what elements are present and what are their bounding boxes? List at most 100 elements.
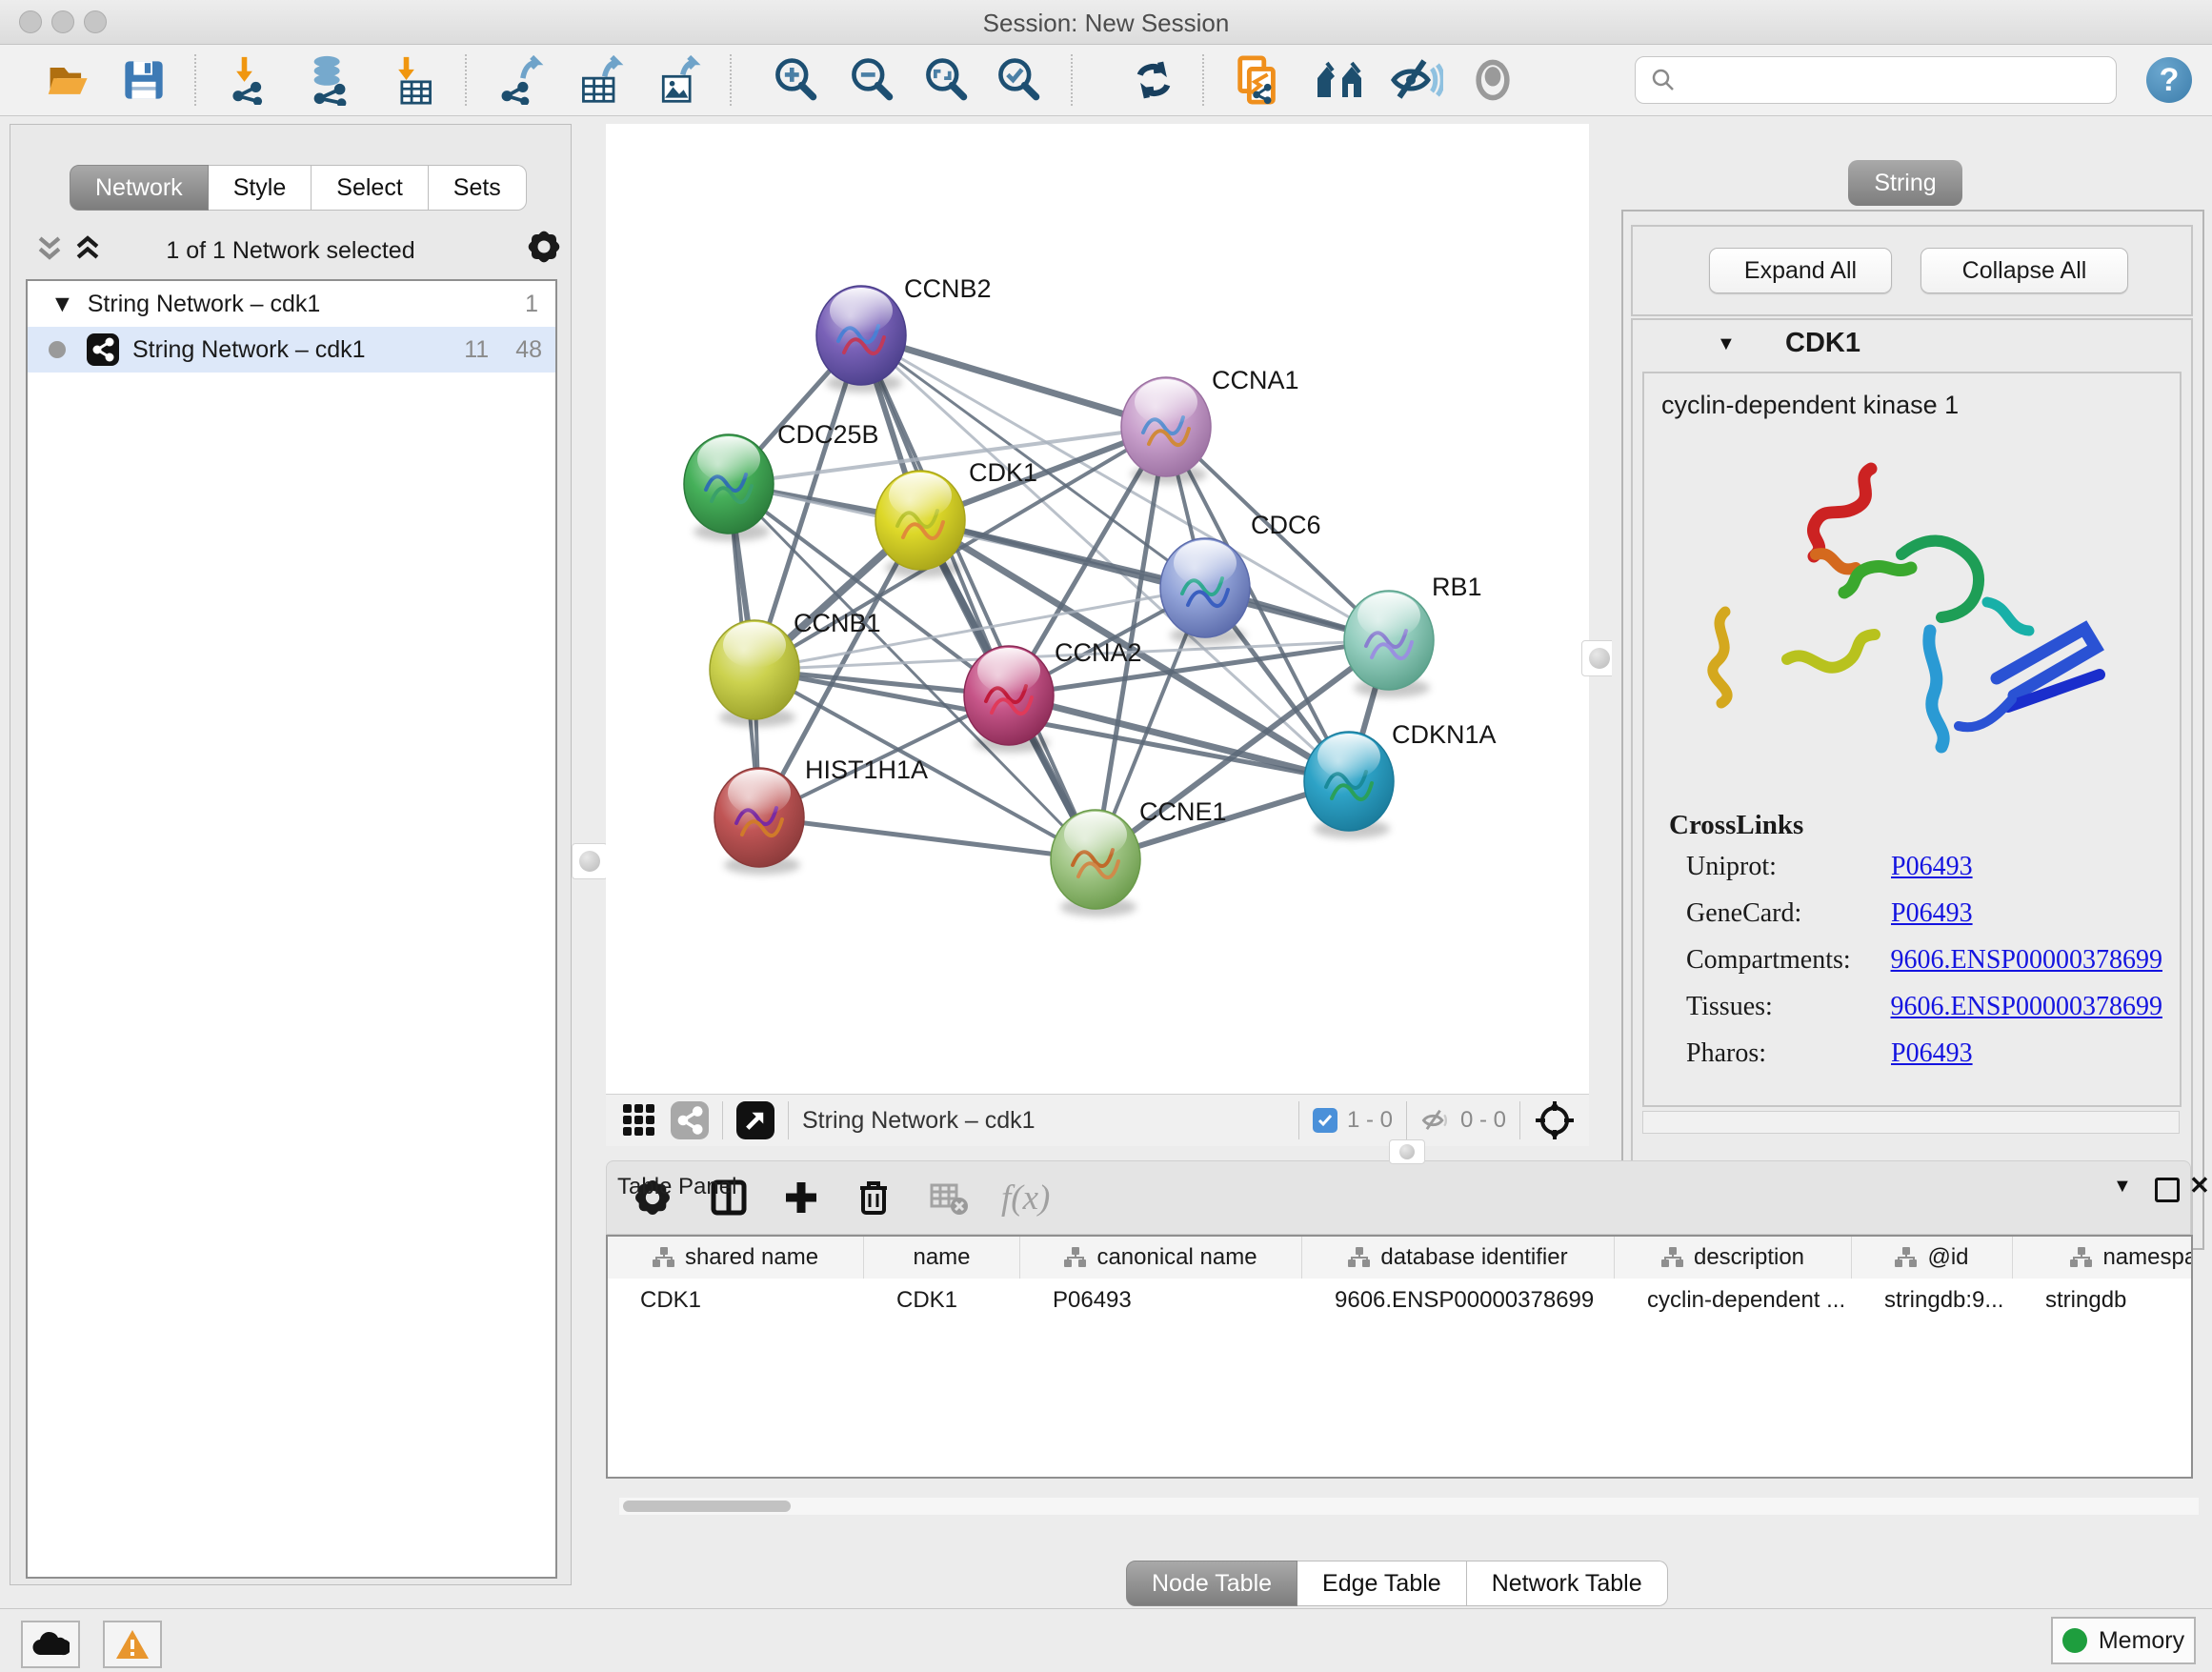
results-panel: String Expand All Collapse All ▼ CDK1 cy… — [1612, 124, 2212, 1149]
tab-select[interactable]: Select — [312, 165, 428, 211]
zoom-out-icon[interactable] — [844, 52, 899, 108]
expand-all-button[interactable]: Expand All — [1709, 248, 1892, 293]
column-header-description[interactable]: description — [1615, 1237, 1852, 1279]
table-panel-title: Table Panel — [617, 1174, 736, 1200]
memory-button[interactable]: Memory — [2051, 1617, 2196, 1664]
network-node-CDC25B[interactable] — [684, 434, 774, 541]
export-network-icon[interactable] — [493, 52, 549, 108]
network-collection-row[interactable]: ▼ String Network – cdk1 1 — [28, 281, 555, 327]
crosslink-value-link[interactable]: P06493 — [1891, 1038, 1973, 1069]
horizontal-splitter-handle[interactable] — [1389, 1139, 1425, 1164]
save-session-icon[interactable] — [116, 52, 171, 108]
zoom-in-icon[interactable] — [768, 52, 823, 108]
table-panel-menu-caret-icon[interactable]: ▼ — [2113, 1176, 2132, 1198]
network-node-HIST1H1A[interactable] — [714, 768, 804, 875]
column-header-shared-name[interactable]: shared name — [608, 1237, 864, 1279]
network-column-icon — [1661, 1246, 1684, 1269]
memory-status-dot-icon — [2062, 1628, 2087, 1653]
table-row[interactable]: CDK1CDK1P064939606.ENSP00000378699cyclin… — [608, 1279, 2191, 1322]
tab-sets[interactable]: Sets — [429, 165, 527, 211]
first-neighbors-icon[interactable] — [1313, 52, 1368, 108]
export-image-icon[interactable] — [652, 52, 707, 108]
network-node-CCNB2[interactable] — [816, 286, 906, 393]
create-column-plus-icon[interactable] — [782, 1178, 820, 1217]
table-cell[interactable]: CDK1 — [608, 1279, 864, 1322]
import-network-from-database-icon[interactable] — [303, 52, 358, 108]
tab-style[interactable]: Style — [209, 165, 312, 211]
tab-string[interactable]: String — [1848, 160, 1962, 206]
grid-view-icon[interactable] — [621, 1102, 657, 1138]
function-builder-icon: f(x) — [1001, 1178, 1050, 1219]
table-panel-float-icon[interactable] — [2155, 1178, 2180, 1202]
birds-eye-view-icon[interactable] — [1534, 1099, 1576, 1141]
table-cell[interactable]: stringdb — [2013, 1279, 2193, 1322]
show-all-icon[interactable] — [1465, 52, 1520, 108]
network-options-gear-icon[interactable] — [525, 228, 563, 271]
table-cell[interactable]: 9606.ENSP00000378699 — [1302, 1279, 1615, 1322]
collapse-all-button[interactable]: Collapse All — [1920, 248, 2128, 293]
crosslink-row: GeneCard:P06493 — [1686, 898, 2162, 929]
network-edge[interactable] — [861, 335, 1166, 427]
zoom-fit-icon[interactable] — [918, 52, 974, 108]
delete-column-trash-icon[interactable] — [855, 1178, 893, 1217]
gene-section-footer — [1642, 1111, 2180, 1134]
refresh-layout-icon[interactable] — [1126, 52, 1181, 108]
help-button[interactable]: ? — [2142, 52, 2197, 108]
table-cell[interactable]: stringdb:9... — [1852, 1279, 2013, 1322]
table-cell[interactable]: CDK1 — [864, 1279, 1020, 1322]
export-table-icon[interactable] — [573, 52, 629, 108]
column-header-namespace[interactable]: namespace — [2013, 1237, 2193, 1279]
network-node-CCNB1[interactable] — [710, 620, 799, 727]
column-header-name[interactable]: name — [864, 1237, 1020, 1279]
tab-edge-table[interactable]: Edge Table — [1297, 1561, 1467, 1606]
network-edge[interactable] — [759, 817, 1096, 859]
tab-network-table[interactable]: Network Table — [1467, 1561, 1668, 1606]
network-node-CDK1[interactable] — [875, 471, 965, 577]
network-status-bar: String Network – cdk1 1 - 0 0 - 0 — [606, 1094, 1589, 1146]
crosslink-row: Pharos:P06493 — [1686, 1038, 2162, 1069]
crosslink-value-link[interactable]: 9606.ENSP00000378699 — [1891, 945, 2162, 976]
network-node-CCNE1[interactable] — [1051, 810, 1140, 917]
import-network-icon[interactable] — [223, 52, 278, 108]
open-session-icon[interactable] — [42, 52, 97, 108]
status-separator — [722, 1101, 723, 1139]
network-row[interactable]: String Network – cdk1 11 48 — [28, 327, 555, 373]
copy-network-icon[interactable] — [1231, 52, 1286, 108]
network-node-CCNA1[interactable] — [1121, 377, 1211, 484]
bottom-status-bar: Memory — [0, 1608, 2212, 1672]
gene-expand-caret-icon[interactable]: ▼ — [1717, 333, 1736, 355]
zoom-selected-icon[interactable] — [991, 52, 1046, 108]
network-label: String Network – cdk1 — [132, 336, 366, 364]
node-label-CDK1: CDK1 — [969, 458, 1037, 487]
table-cell[interactable]: cyclin-dependent ... — [1615, 1279, 1852, 1322]
status-separator — [788, 1101, 789, 1139]
hidden-count: 0 - 0 — [1460, 1107, 1506, 1134]
network-view-share-icon[interactable] — [671, 1101, 709, 1139]
column-header--id[interactable]: @id — [1852, 1237, 2013, 1279]
tab-node-table[interactable]: Node Table — [1126, 1561, 1297, 1606]
network-node-CDKN1A[interactable] — [1304, 732, 1394, 838]
search-box[interactable] — [1635, 56, 2117, 104]
toolbar-separator — [194, 54, 196, 106]
tab-network[interactable]: Network — [70, 165, 209, 211]
column-header-canonical-name[interactable]: canonical name — [1020, 1237, 1302, 1279]
warning-button[interactable] — [103, 1621, 162, 1668]
network-canvas[interactable]: CCNB2CCNA1CDC25BCDK1CDC6RB1CCNB1CCNA2CDK… — [606, 124, 1589, 1094]
search-input[interactable] — [1687, 60, 2116, 100]
crosslink-value-link[interactable]: P06493 — [1891, 898, 1973, 929]
control-panel-tabs: Network Style Select Sets — [70, 165, 527, 211]
column-header-database-identifier[interactable]: database identifier — [1302, 1237, 1615, 1279]
crosslink-value-link[interactable]: 9606.ENSP00000378699 — [1891, 992, 2162, 1022]
hide-selection-icon[interactable] — [1389, 52, 1444, 108]
table-panel-close-icon[interactable]: ✕ — [2189, 1176, 2210, 1195]
table-cell[interactable]: P06493 — [1020, 1279, 1302, 1322]
network-node-RB1[interactable] — [1344, 591, 1434, 697]
cloud-button[interactable] — [21, 1621, 80, 1668]
left-splitter-handle[interactable] — [572, 843, 608, 879]
import-table-icon[interactable] — [385, 52, 440, 108]
collection-expand-caret-icon[interactable]: ▼ — [50, 291, 74, 318]
crosslink-row: Tissues:9606.ENSP00000378699 — [1686, 992, 2162, 1022]
crosslink-value-link[interactable]: P06493 — [1891, 852, 1973, 882]
network-current-dot-icon — [49, 341, 66, 358]
detach-view-icon[interactable] — [736, 1101, 774, 1139]
